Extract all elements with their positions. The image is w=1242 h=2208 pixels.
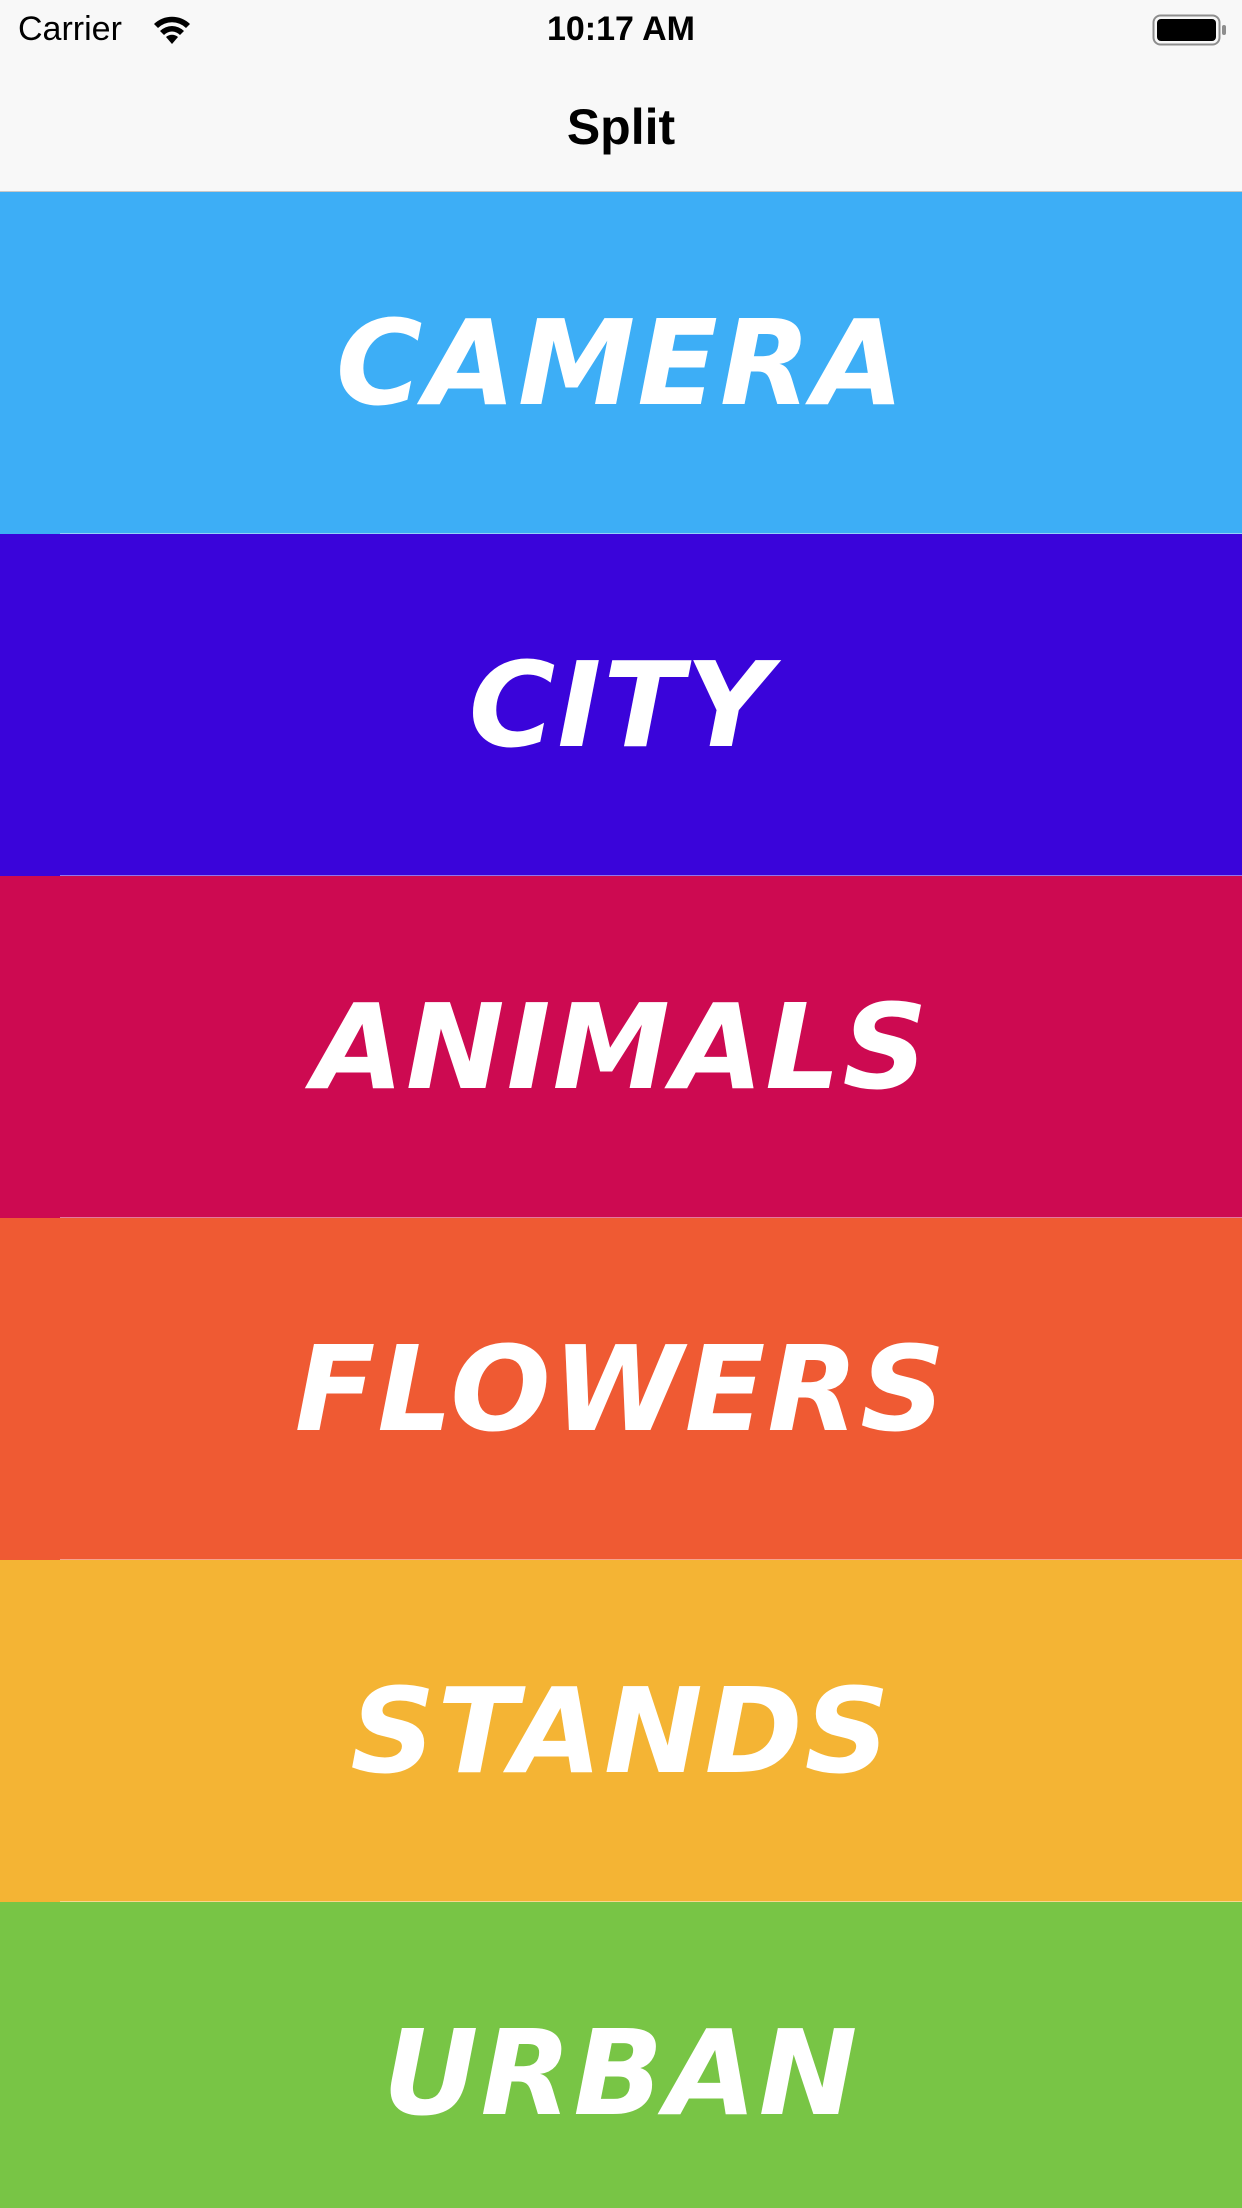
category-label: STANDS <box>350 1662 892 1800</box>
category-row-camera[interactable]: CAMERA <box>0 192 1242 534</box>
category-label: URBAN <box>382 2004 860 2142</box>
category-row-flowers[interactable]: FLOWERS <box>0 1218 1242 1560</box>
battery-full-icon <box>1152 14 1226 46</box>
category-row-stands[interactable]: STANDS <box>0 1560 1242 1902</box>
status-bar: Carrier 10:17 AM <box>0 0 1242 60</box>
status-time: 10:17 AM <box>546 10 696 48</box>
navigation-bar: Split <box>0 60 1242 192</box>
category-row-animals[interactable]: ANIMALS <box>0 876 1242 1218</box>
screen: Carrier 10:17 AM Split CAMERA CITY ANIMA… <box>0 0 1242 2208</box>
category-label: ANIMALS <box>312 978 930 1116</box>
category-row-urban[interactable]: URBAN <box>0 1902 1242 2208</box>
category-label: CITY <box>468 636 774 774</box>
category-row-city[interactable]: CITY <box>0 534 1242 876</box>
nav-title: Split <box>566 99 676 155</box>
category-list: CAMERA CITY ANIMALS FLOWERS STANDS URBAN <box>0 192 1242 2208</box>
category-label: CAMERA <box>335 294 907 432</box>
category-label: FLOWERS <box>294 1320 948 1458</box>
